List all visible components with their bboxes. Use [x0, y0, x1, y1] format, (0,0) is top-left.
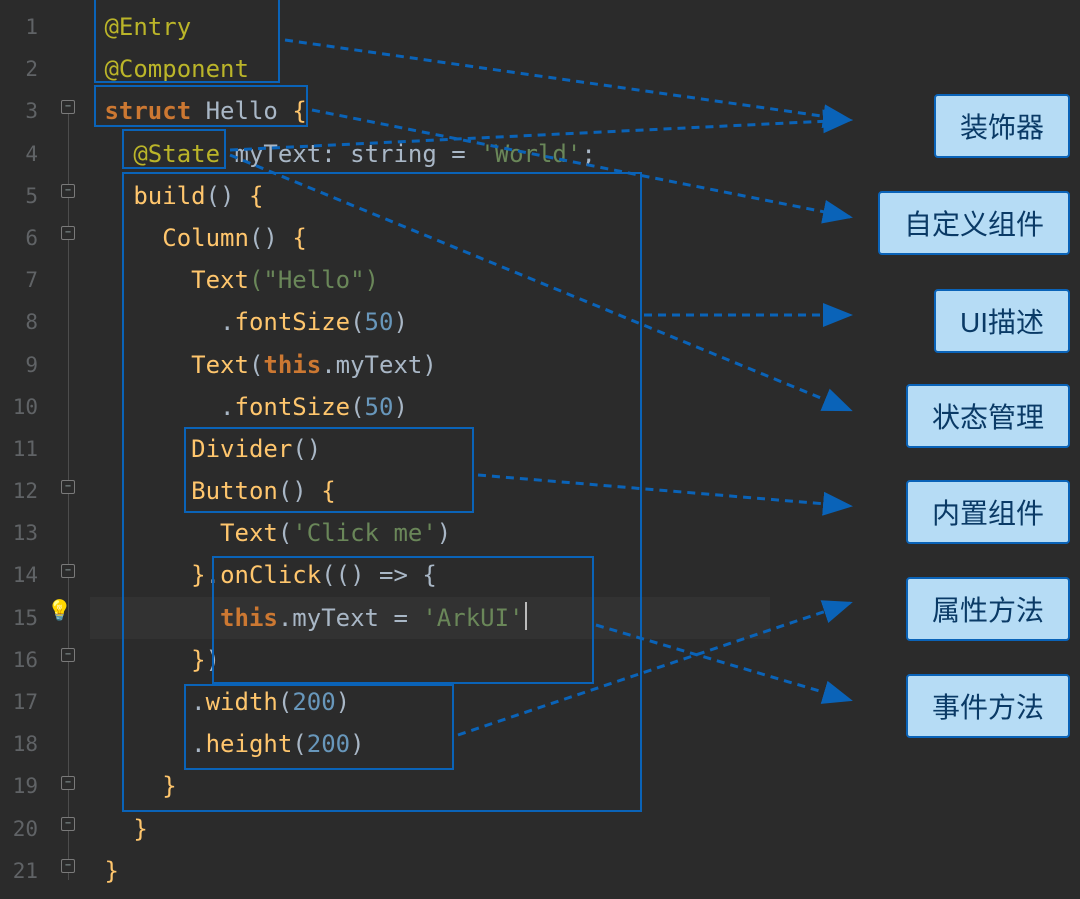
- line-number: 10: [0, 386, 50, 428]
- line-number: 1: [0, 6, 50, 48]
- line-number: 18: [0, 723, 50, 765]
- line-number: 4: [0, 133, 50, 175]
- code-area[interactable]: @Entry @Component struct Hello { @State …: [90, 0, 770, 899]
- callout-attrmethod: 属性方法: [906, 577, 1070, 641]
- callout-customcomp: 自定义组件: [878, 191, 1070, 255]
- line-number: 5: [0, 175, 50, 217]
- callout-builtin: 内置组件: [906, 480, 1070, 544]
- line-number: 9: [0, 344, 50, 386]
- callout-uidesc: UI描述: [934, 289, 1070, 353]
- line-number: 12: [0, 470, 50, 512]
- fold-column: [50, 0, 90, 899]
- line-number: 20: [0, 808, 50, 850]
- line-number: 13: [0, 512, 50, 554]
- callout-eventmethod: 事件方法: [906, 674, 1070, 738]
- decorator-entry: @Entry: [104, 13, 191, 41]
- line-number: 6: [0, 217, 50, 259]
- line-number: 16: [0, 639, 50, 681]
- line-gutter: 123456789101112131415161718192021: [0, 0, 50, 899]
- line-number: 2: [0, 48, 50, 90]
- callout-decorator: 装饰器: [934, 94, 1070, 158]
- lightbulb-icon[interactable]: 💡: [47, 598, 72, 622]
- line-number: 8: [0, 301, 50, 343]
- code-editor: 123456789101112131415161718192021 💡 @Ent…: [0, 0, 770, 899]
- line-number: 19: [0, 765, 50, 807]
- callout-panel: 装饰器 自定义组件 UI描述 状态管理 内置组件 属性方法 事件方法: [770, 0, 1070, 899]
- decorator-component: @Component: [104, 55, 249, 83]
- line-number: 11: [0, 428, 50, 470]
- line-number: 21: [0, 850, 50, 892]
- line-number: 14: [0, 554, 50, 596]
- line-number: 3: [0, 90, 50, 132]
- line-number: 15: [0, 597, 50, 639]
- line-number: 7: [0, 259, 50, 301]
- text-cursor: [525, 602, 527, 630]
- decorator-state: @State: [133, 140, 220, 168]
- line-number: 17: [0, 681, 50, 723]
- callout-statemgmt: 状态管理: [906, 384, 1070, 448]
